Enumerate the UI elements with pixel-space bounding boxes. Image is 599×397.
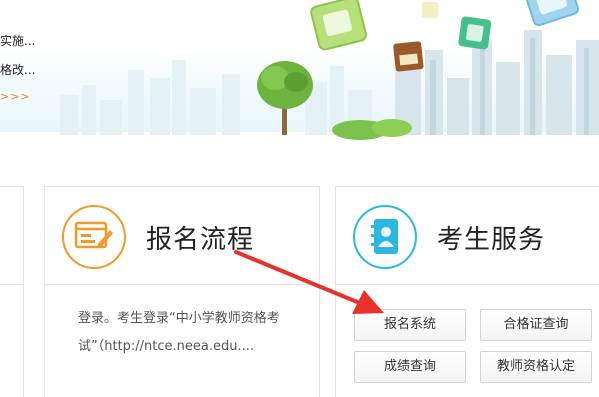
previous-card [0,186,24,397]
card-description: 登录。考生登录“中小学教师资格考试”（http://ntce.neea.edu.… [78,311,280,354]
signup-process-card: 报名流程 登录。考生登录“中小学教师资格考试”（http://ntce.neea… [44,186,320,397]
certificate-query-button[interactable]: 合格证查询 [480,309,592,341]
card-divider [0,284,23,285]
candidate-service-card: 考生服务 报名系统 合格证查询 成绩查询 教师资格认定 [335,186,599,397]
registration-system-button[interactable]: 报名系统 [354,309,466,341]
form-edit-icon [62,205,126,269]
news-item-1[interactable]: 实施... [0,32,35,49]
card-title: 考生服务 [437,225,546,255]
card-divider [336,284,599,285]
city-skyline-illustration [0,0,599,140]
card-title: 报名流程 [146,225,255,255]
teacher-qualification-button[interactable]: 教师资格认定 [480,351,592,383]
card-divider [45,284,319,285]
score-query-button[interactable]: 成绩查询 [354,351,466,383]
header-banner: 实施... 格改... >>> [0,0,599,140]
more-link[interactable]: >>> [0,90,31,103]
news-item-2[interactable]: 格改... [0,61,35,78]
contact-book-icon [353,205,417,269]
